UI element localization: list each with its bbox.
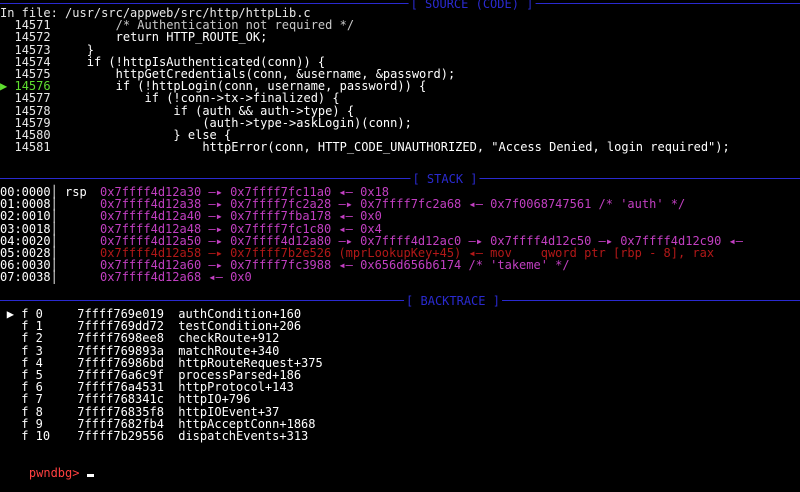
text-cursor [86, 474, 94, 478]
frame-address: 7ffff768341c [77, 392, 164, 407]
source-separator: [ SOURCE (CODE) ] [0, 0, 800, 10]
stack-chain: 0x7ffff4d12a68 ◂— 0x0 [100, 270, 252, 285]
frame-symbol: dispatchEvents+313 [178, 428, 309, 443]
stack-panel: 00:0000│ rsp 0x7ffff4d12a30 —▸ 0x7ffff7fc… [0, 186, 743, 284]
stack-register: rsp [65, 185, 87, 199]
source-line: 14581 httpError(conn, HTTP_CODE_UNAUTHOR… [0, 140, 730, 155]
stack-separator: [ STACK ] [0, 173, 800, 185]
frame-address: 7ffff769893a [77, 343, 164, 358]
backtrace-panel: ▶ f 0 7ffff769e019 authCondition+160 f 1 7f… [0, 308, 323, 442]
frame-index: f 3 [21, 343, 43, 358]
backtrace-frame[interactable]: f 10 7ffff7b29556 dispatchEvents+313 [0, 430, 323, 442]
terminal[interactable]: [ SOURCE (CODE) ] In file: /usr/src/appw… [0, 0, 800, 479]
frame-gutter [0, 430, 14, 442]
frame-index: f 2 [21, 331, 43, 346]
frame-index: f 8 [21, 404, 43, 419]
frame-address: 7ffff7b29556 [77, 428, 164, 443]
line-number: 14581 [14, 140, 51, 155]
command-line[interactable]: pwndbg> [0, 455, 94, 479]
frame-index: f 10 [21, 428, 51, 443]
frame-index: f 7 [21, 392, 43, 407]
frame-gutter [0, 393, 14, 405]
source-line: 14572 return HTTP_ROUTE_OK; [0, 31, 730, 43]
stack-row: 07:0038│ 0x7ffff4d12a68 ◂— 0x0 [0, 270, 252, 285]
backtrace-section-title: [ BACKTRACE ] [404, 293, 502, 308]
frame-gutter [0, 406, 14, 418]
source-code-lines: 14571 /* Authentication not required */ … [0, 19, 730, 153]
stack-offset: 07:0038 [0, 270, 51, 285]
code-text: httpError(conn, HTTP_CODE_UNAUTHORIZED, … [57, 140, 730, 155]
backtrace-separator: [ BACKTRACE ] [0, 295, 800, 307]
prompt-label: pwndbg> [28, 466, 80, 481]
gutter [0, 140, 7, 154]
frame-address: 7ffff76835f8 [77, 404, 164, 419]
frame-address: 7ffff7698ee8 [77, 331, 164, 346]
frame-gutter [0, 345, 14, 357]
stack-section-title: [ STACK ] [410, 171, 480, 186]
frame-gutter [0, 332, 14, 344]
